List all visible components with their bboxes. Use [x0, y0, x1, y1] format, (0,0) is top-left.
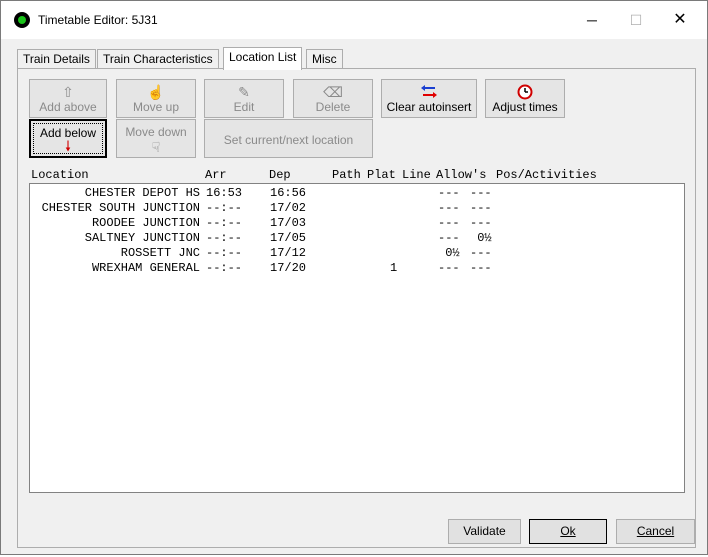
header-path: Path [332, 168, 361, 182]
down-arrow-icon: 🠗 [64, 138, 71, 154]
hand-down-icon: ☟ [151, 139, 161, 155]
header-plat: Plat [367, 168, 396, 182]
header-line: Line [402, 168, 431, 182]
title-bar[interactable]: Timetable Editor: 5J31 ─ ☐ ✕ [1, 1, 707, 39]
header-dep: Dep [269, 168, 291, 182]
edit-button[interactable]: ✎ Edit [204, 79, 284, 118]
timetable-editor-window: Timetable Editor: 5J31 ─ ☐ ✕ Train Detai… [0, 0, 708, 555]
minimize-button[interactable]: ─ [569, 1, 615, 39]
header-arr: Arr [205, 168, 227, 182]
up-arrow-icon: ⇧ [62, 84, 74, 100]
validate-button[interactable]: Validate [448, 519, 521, 544]
tab-location-list[interactable]: Location List [223, 47, 303, 70]
app-icon [14, 12, 30, 28]
tab-train-details[interactable]: Train Details [17, 49, 96, 69]
edit-icon: ✎ [238, 84, 250, 100]
table-row[interactable]: CHESTER SOUTH JUNCTION --:-- 17/02 --- -… [30, 201, 684, 216]
adjust-times-button[interactable]: Adjust times [485, 79, 565, 118]
arrows-swap-icon [382, 84, 476, 100]
hand-up-icon: ☝ [147, 84, 165, 100]
clock-icon [486, 84, 564, 100]
ok-button[interactable]: Ok [529, 519, 607, 544]
tab-misc[interactable]: Misc [306, 49, 343, 69]
add-above-button[interactable]: ⇧ Add above [29, 79, 107, 118]
set-current-next-location-button[interactable]: Set current/next location [204, 119, 373, 158]
move-up-button[interactable]: ☝ Move up [116, 79, 196, 118]
move-down-button[interactable]: Move down ☟ [116, 119, 196, 158]
table-row[interactable]: WREXHAM GENERAL --:-- 17/20 1 --- --- [30, 261, 684, 276]
tab-train-characteristics[interactable]: Train Characteristics [97, 49, 219, 69]
location-listbox[interactable]: CHESTER DEPOT HS 16:53 16:56 --- --- CHE… [29, 183, 685, 493]
cancel-button[interactable]: Cancel [616, 519, 695, 544]
header-pos-activities: Pos/Activities [496, 168, 597, 182]
add-below-button[interactable]: Add below 🠗 [29, 119, 107, 158]
header-allows: Allow's [436, 168, 487, 182]
header-location: Location [31, 168, 89, 182]
delete-icon: ⌫ [323, 84, 343, 100]
clear-autoinsert-button[interactable]: Clear autoinsert [381, 79, 477, 118]
window-title: Timetable Editor: 5J31 [38, 13, 158, 27]
table-row[interactable]: SALTNEY JUNCTION --:-- 17/05 --- 0½ [30, 231, 684, 246]
delete-button[interactable]: ⌫ Delete [293, 79, 373, 118]
table-row[interactable]: ROODEE JUNCTION --:-- 17/03 --- --- [30, 216, 684, 231]
table-row[interactable]: CHESTER DEPOT HS 16:53 16:56 --- --- [30, 186, 684, 201]
maximize-button[interactable]: ☐ [613, 1, 659, 39]
table-row[interactable]: ROSSETT JNC --:-- 17/12 0½ --- [30, 246, 684, 261]
close-button[interactable]: ✕ [657, 1, 703, 39]
